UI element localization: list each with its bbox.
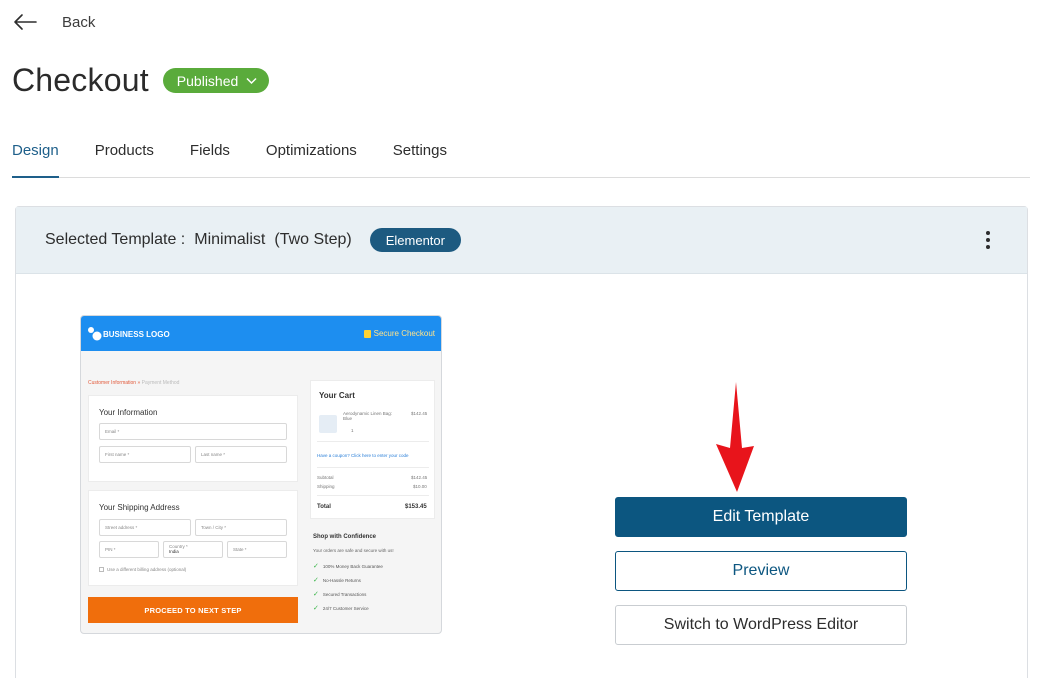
kebab-menu-icon[interactable] — [985, 231, 991, 251]
builder-badge: Elementor — [369, 228, 461, 252]
check-icon: ✓ — [313, 563, 319, 570]
thumb-logo: BUSINESS LOGO — [103, 330, 170, 339]
thumb-pin: PIN * — [99, 541, 159, 558]
thumb-info-box: Your Information Email * First name * La… — [88, 395, 298, 482]
status-dropdown[interactable]: Published — [162, 68, 270, 93]
thumb-street: Street address * — [99, 519, 191, 536]
thumb-crumb-next: Payment Method — [141, 380, 180, 386]
thumb-confidence-sub: Your orders are safe and secure with us! — [313, 548, 394, 553]
thumb-product-price: $142.45 — [411, 411, 428, 416]
thumb-last-name: Last name * — [195, 446, 287, 463]
thumb-guarantee: ✓ 24/7 Customer Service — [313, 604, 369, 612]
page-title: Checkout — [12, 62, 149, 98]
tab-fields[interactable]: Fields — [190, 138, 230, 178]
thumb-shipping-label: Shipping — [317, 484, 335, 489]
thumb-proceed-button: PROCEED TO NEXT STEP — [88, 597, 298, 623]
check-icon: ✓ — [313, 577, 319, 584]
thumb-billing-label: Use a different billing address (optiona… — [107, 567, 187, 572]
check-icon: ✓ — [313, 605, 319, 612]
thumb-confidence-title: Shop with Confidence — [313, 534, 376, 540]
thumb-shipping: $10.00 — [413, 484, 427, 489]
thumb-cart-title: Your Cart — [319, 391, 355, 400]
template-card: Selected Template : Minimalist (Two Step… — [15, 206, 1028, 678]
thumb-rule-2 — [317, 467, 429, 468]
red-arrow-icon — [716, 382, 754, 492]
check-icon: ✓ — [313, 591, 319, 598]
thumb-crumb-sep: » — [137, 380, 141, 386]
preview-button[interactable]: Preview — [615, 551, 907, 591]
thumb-product-name: Aerodynamic Linen Bag: Blue — [343, 411, 393, 421]
thumb-total: $153.45 — [405, 504, 427, 510]
tab-bar: Design Products Fields Optimizations Set… — [12, 138, 1030, 178]
thumb-total-label: Total — [317, 504, 331, 510]
arrow-left-icon[interactable] — [12, 12, 38, 32]
thumb-secure-label: Secure Checkout — [373, 329, 435, 338]
thumb-guarantee: ✓ No-Hassle Returns — [313, 576, 361, 584]
thumb-guarantee-label: Secured Transactions — [322, 591, 367, 597]
switch-editor-button[interactable]: Switch to WordPress Editor — [615, 605, 907, 645]
thumb-shipping-box: Your Shipping Address Street address * T… — [88, 490, 298, 586]
thumb-crumb-current: Customer Information — [88, 380, 137, 386]
tab-settings[interactable]: Settings — [393, 138, 447, 178]
thumb-guarantee: ✓ 100% Money Back Guarantee — [313, 562, 383, 570]
selected-template-label: Selected Template : — [45, 231, 186, 248]
thumb-secure: Secure Checkout — [363, 329, 435, 338]
thumb-town: Town / City * — [195, 519, 287, 536]
back-link[interactable]: Back — [62, 14, 95, 31]
thumb-info-title: Your Information — [99, 408, 158, 417]
thumb-header: BUSINESS LOGO Secure Checkout — [81, 316, 441, 351]
thumb-breadcrumb: Customer Information » Payment Method — [88, 380, 179, 386]
thumb-rule-1 — [317, 441, 429, 442]
thumb-country: Country * India — [163, 541, 223, 558]
template-card-header: Selected Template : Minimalist (Two Step… — [16, 207, 1027, 274]
thumb-country-value: India — [169, 549, 179, 554]
status-label: Published — [176, 72, 239, 89]
thumb-guarantee-label: 100% Money Back Guarantee — [322, 563, 383, 569]
thumb-state: State * — [227, 541, 287, 558]
template-name: Minimalist — [194, 231, 266, 248]
thumb-qty: 1 — [351, 428, 354, 433]
lock-icon — [363, 329, 371, 338]
chevron-down-icon — [246, 77, 257, 84]
tab-design[interactable]: Design — [12, 138, 59, 178]
thumb-subtotal-label: Subtotal — [317, 475, 334, 480]
thumb-guarantee: ✓ Secured Transactions — [313, 590, 366, 598]
thumb-cart-box: Your Cart Aerodynamic Linen Bag: Blue $1… — [310, 380, 435, 519]
thumb-guarantee-label: No-Hassle Returns — [322, 577, 361, 583]
thumb-subtotal: $142.45 — [411, 475, 428, 480]
tab-optimizations[interactable]: Optimizations — [266, 138, 357, 178]
thumb-email: Email * — [99, 423, 287, 440]
thumb-coupon: Have a coupon? Click here to enter your … — [317, 453, 409, 458]
tab-products[interactable]: Products — [95, 138, 154, 178]
edit-template-button[interactable]: Edit Template — [615, 497, 907, 537]
template-thumbnail: BUSINESS LOGO Secure Checkout Customer I… — [80, 315, 442, 634]
thumb-rule-3 — [317, 495, 429, 496]
thumb-first-name: First name * — [99, 446, 191, 463]
product-image-icon — [319, 415, 337, 433]
page-header: Checkout Published — [12, 62, 270, 99]
thumb-billing-check: Use a different billing address (optiona… — [99, 567, 186, 572]
template-variant: (Two Step) — [274, 231, 352, 248]
logo-icon — [88, 327, 102, 341]
thumb-shipping-title: Your Shipping Address — [99, 503, 180, 512]
back-nav[interactable]: Back — [12, 8, 95, 36]
thumb-guarantee-label: 24/7 Customer Service — [322, 605, 369, 611]
